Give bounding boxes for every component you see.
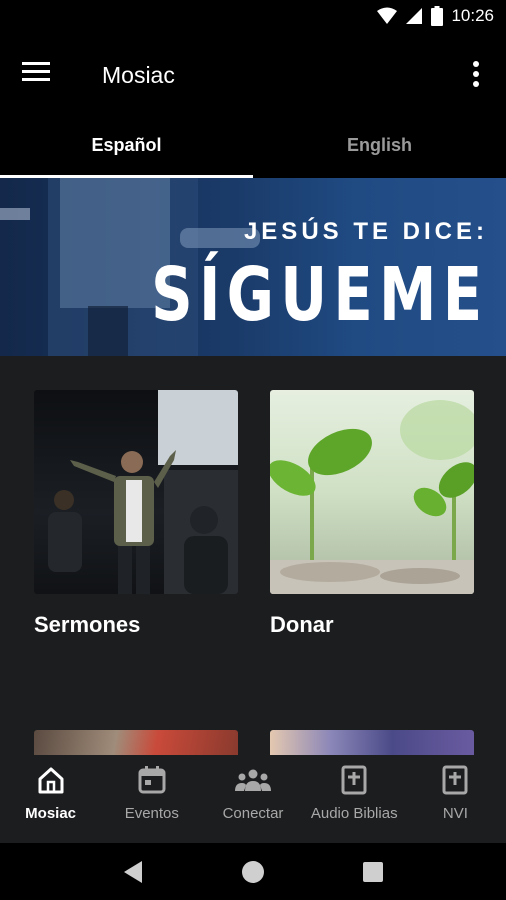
donar-image (270, 390, 474, 594)
nav-label-audio-biblias: Audio Biblias (310, 805, 398, 822)
nav-item-nvi[interactable]: NVI (405, 755, 506, 843)
hero-banner[interactable]: JESÚS TE DICE: SÍGUEME (0, 178, 506, 356)
hamburger-menu-icon[interactable] (22, 60, 54, 90)
nav-label-nvi: NVI (442, 805, 468, 822)
nav-item-conectar[interactable]: Conectar (202, 755, 303, 843)
status-bar: 10:26 (0, 0, 506, 38)
calendar-icon (138, 766, 166, 794)
tab-english[interactable]: English (253, 112, 506, 178)
card-row2-left[interactable] (34, 730, 238, 755)
nav-label-conectar: Conectar (222, 805, 284, 822)
wifi-icon (377, 7, 398, 24)
card-donar[interactable]: Donar (270, 390, 476, 638)
card-row2-right[interactable] (270, 730, 474, 755)
status-icons: 10:26 (377, 6, 494, 26)
more-vert-icon[interactable] (464, 56, 488, 92)
card-sermones[interactable]: Sermones (34, 390, 240, 638)
nav-item-mosiac[interactable]: Mosiac (0, 755, 101, 843)
home-icon (38, 767, 64, 794)
nav-item-audio-biblias[interactable]: Audio Biblias (304, 755, 405, 843)
recents-icon[interactable] (360, 859, 386, 885)
bottom-navigation: Mosiac Eventos Conectar Audio Biblias NV… (0, 755, 506, 843)
banner-title: SÍGUEME (150, 252, 488, 338)
nav-item-eventos[interactable]: Eventos (101, 755, 202, 843)
nav-label-eventos: Eventos (124, 805, 179, 822)
card-label-sermones: Sermones (34, 612, 141, 637)
bible-icon (442, 765, 468, 795)
tab-espanol[interactable]: Español (0, 112, 253, 178)
app-bar: Mosiac (0, 38, 506, 112)
banner-heading: JESÚS TE DICE: (243, 218, 488, 245)
nav-label-mosiac: Mosiac (25, 805, 77, 822)
back-icon[interactable] (120, 859, 146, 885)
battery-icon (431, 6, 444, 26)
home-circle-icon[interactable] (240, 859, 266, 885)
card-label-donar: Donar (270, 612, 334, 637)
signal-icon (406, 8, 423, 24)
status-time: 10:26 (451, 6, 494, 25)
language-tabs: Español English (0, 112, 506, 178)
sermones-image (34, 390, 238, 594)
bible-icon (341, 765, 367, 795)
system-navigation-bar (0, 843, 506, 900)
group-icon (235, 769, 271, 791)
app-title: Mosiac (102, 62, 175, 88)
